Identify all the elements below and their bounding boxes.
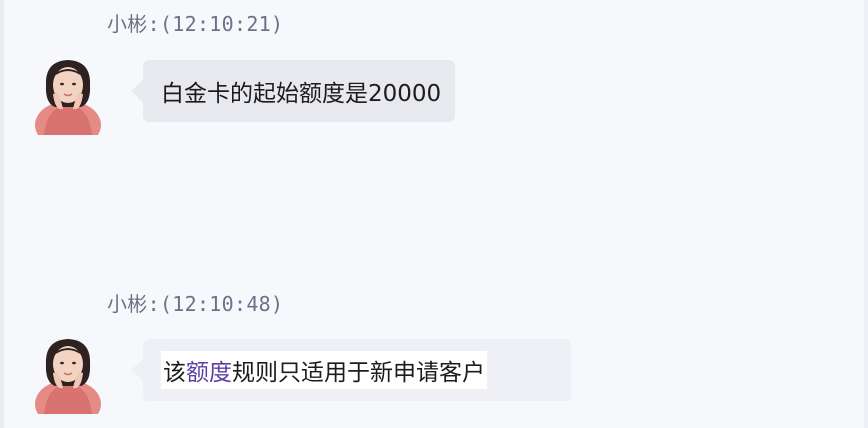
message-header: 小彬:(12:10:21) bbox=[107, 12, 284, 36]
message-bubble[interactable]: 该额度 规则只适用于新申请客户 bbox=[131, 339, 571, 401]
message-text-prefix: 该 bbox=[163, 360, 186, 386]
keyword-link[interactable]: 额度 bbox=[186, 353, 232, 387]
chat-left-edge bbox=[0, 0, 4, 428]
user-avatar-icon[interactable] bbox=[33, 57, 103, 135]
message-header: 小彬:(12:10:48) bbox=[107, 292, 284, 316]
message-bubble[interactable]: 白金卡的起始额度是20000 bbox=[131, 60, 455, 122]
user-avatar-icon[interactable] bbox=[33, 336, 103, 414]
chat-scroll-edge[interactable] bbox=[864, 0, 868, 428]
message-text-suffix: 规则只适用于新申请客户 bbox=[232, 360, 485, 386]
message-text: 该额度 规则只适用于新申请客户 bbox=[161, 351, 487, 389]
message-text: 白金卡的起始额度是20000 bbox=[161, 81, 442, 107]
